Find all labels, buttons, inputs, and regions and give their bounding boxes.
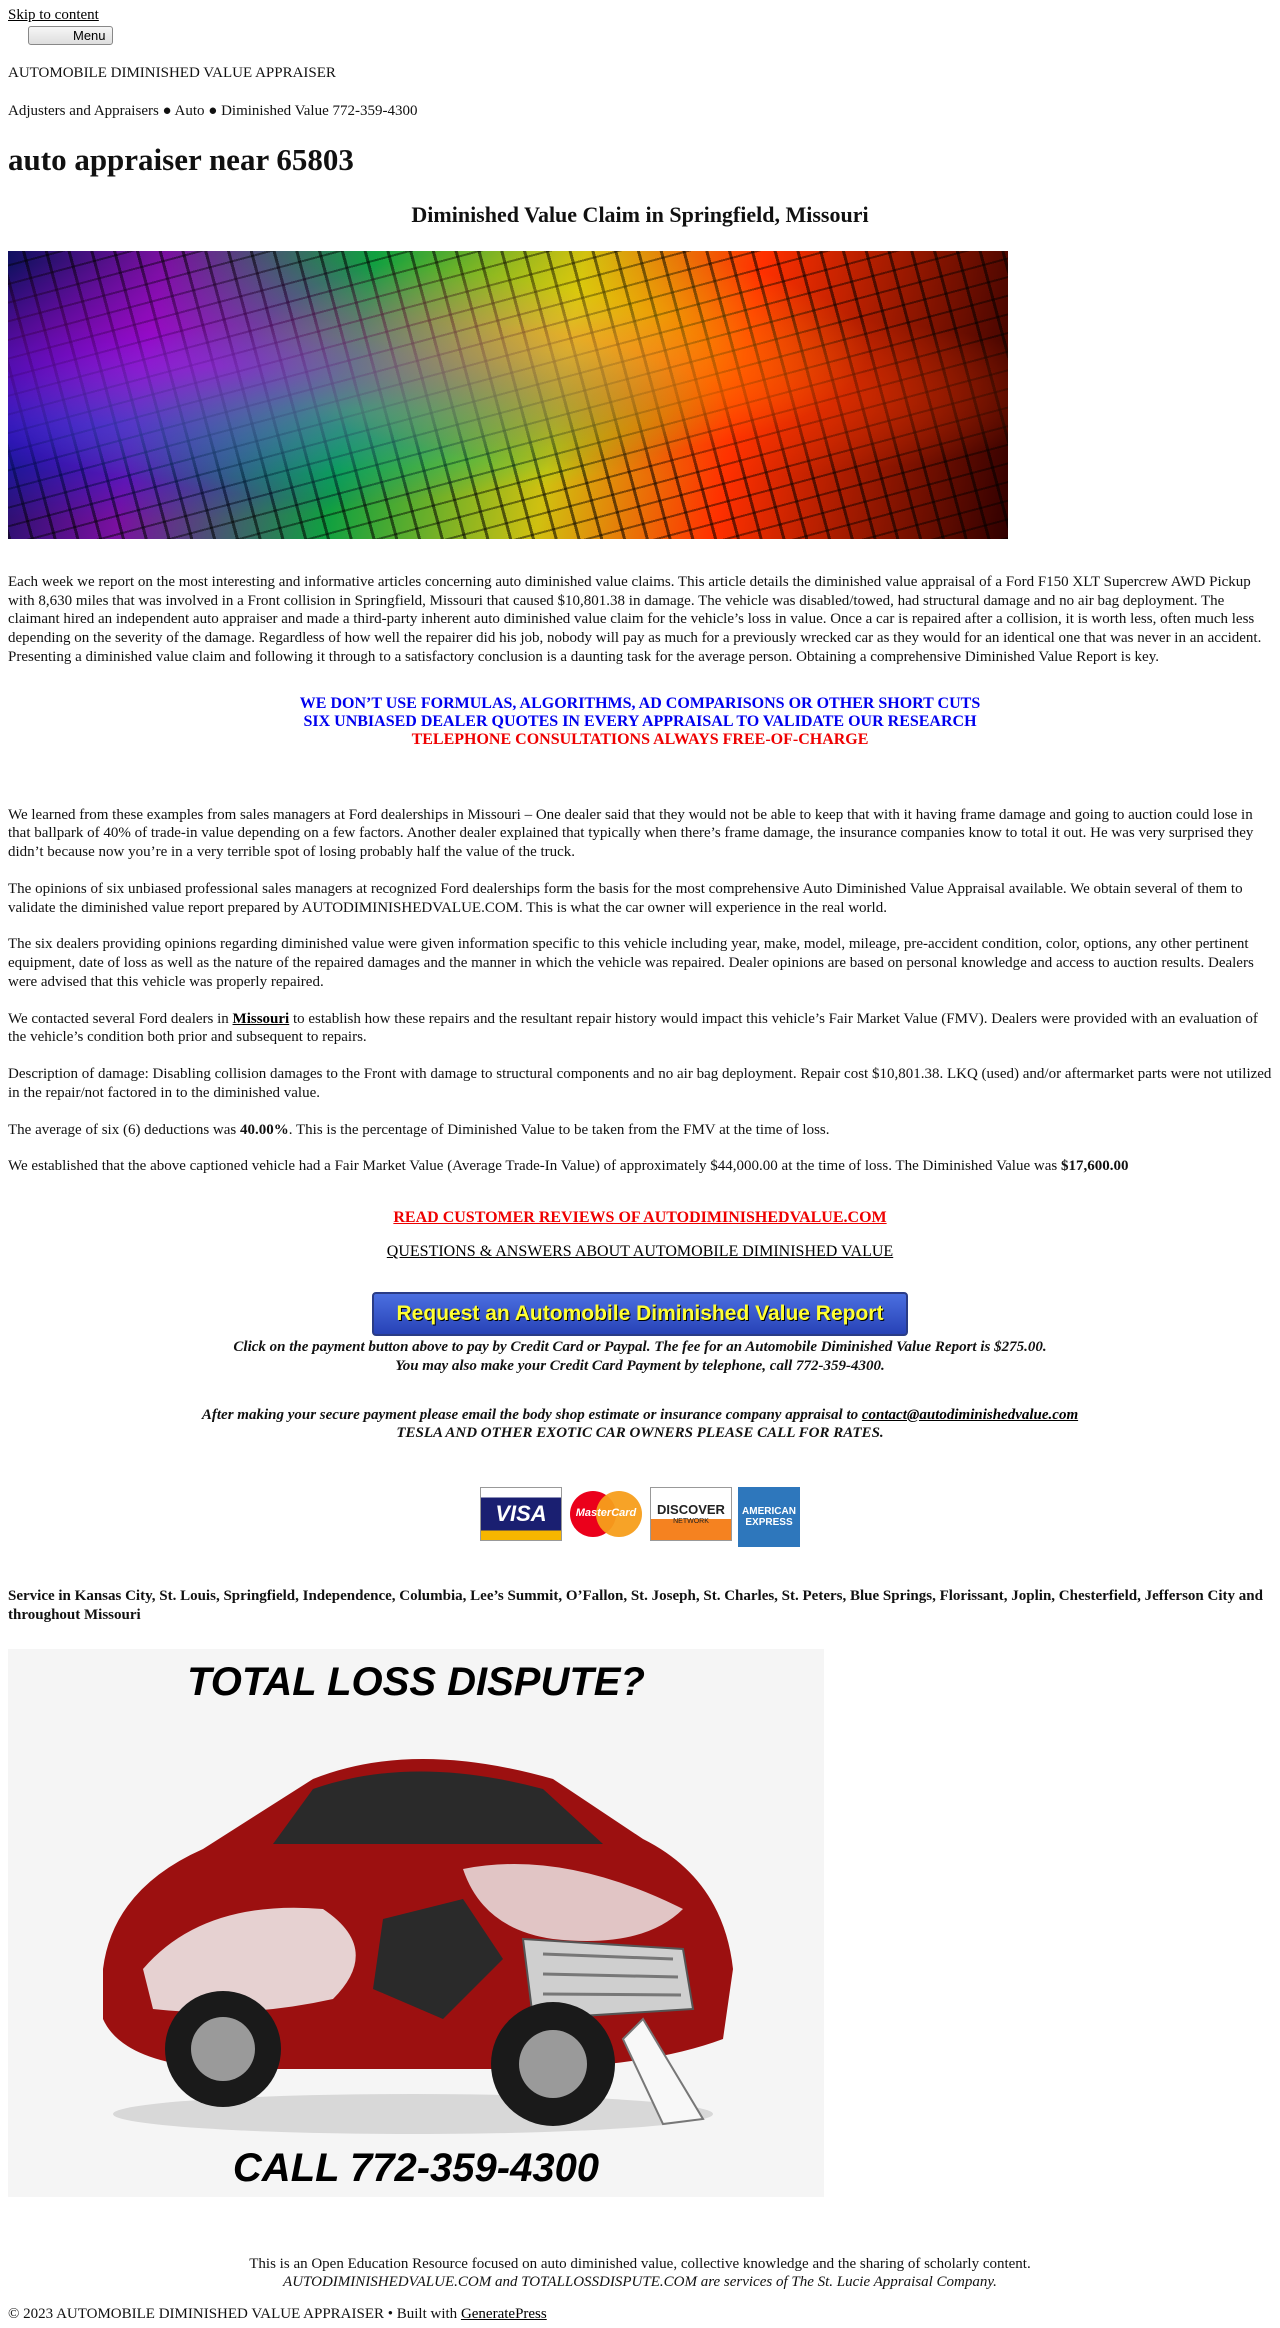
customer-reviews-link[interactable]: READ CUSTOMER REVIEWS OF AUTODIMINISHEDV… xyxy=(393,1209,886,1226)
payment-cards: VISA MasterCard DISCOVER NETWORK AMERICA… xyxy=(8,1487,1272,1548)
discover-card-text: DISCOVER xyxy=(657,1501,725,1517)
visa-card-text: VISA xyxy=(495,1501,547,1527)
average-deduction-value: 40.00% xyxy=(240,1121,289,1138)
dealer-examples-paragraph: We learned from these examples from sale… xyxy=(8,806,1254,861)
average-deduction-text: The average of six (6) deductions was xyxy=(8,1121,241,1138)
guarantee-banner: WE DON’T USE FORMULAS, ALGORITHMS, AD CO… xyxy=(8,695,1272,750)
hero-image xyxy=(8,250,1008,539)
visa-card-icon: VISA xyxy=(480,1487,562,1542)
copyright: © 2023 AUTOMOBILE DIMINISHED VALUE APPRA… xyxy=(8,2305,1272,2328)
dealers-contacted-paragraph: We contacted several Ford dealers in Mis… xyxy=(8,1010,1272,1048)
discover-card-icon: DISCOVER NETWORK xyxy=(650,1487,732,1542)
page-subtitle: Diminished Value Claim in Springfield, M… xyxy=(411,202,869,228)
total-loss-phone: CALL 772-359-4300 xyxy=(232,2145,600,2190)
discover-network-text: NETWORK xyxy=(673,1517,709,1525)
average-deduction-text-rest: . This is the percentage of Diminished V… xyxy=(288,1121,830,1138)
intro-paragraph: Each week we report on the most interest… xyxy=(8,573,1262,665)
exotic-car-note: TESLA AND OTHER EXOTIC CAR OWNERS PLEASE… xyxy=(396,1425,884,1442)
dealer-opinions-paragraph: The opinions of six unbiased professiona… xyxy=(8,880,1243,916)
footer-services-line: AUTODIMINISHEDVALUE.COM and TOTALLOSSDIS… xyxy=(283,2274,997,2291)
copyright-text: © 2023 AUTOMOBILE DIMINISHED VALUE APPRA… xyxy=(8,2306,461,2323)
skip-to-content-link[interactable]: Skip to content xyxy=(8,0,1272,25)
diminished-value-amount: $17,600.00 xyxy=(1060,1158,1129,1175)
menu-label: Menu xyxy=(73,27,106,43)
footer-note: This is an Open Education Resource focus… xyxy=(8,2255,1272,2293)
menu-button[interactable]: Menu xyxy=(28,25,113,45)
mastercard-text: MasterCard xyxy=(575,1507,637,1520)
total-loss-headline: TOTAL LOSS DISPUTE? xyxy=(187,1659,645,1704)
fair-market-value-text: We established that the above captioned … xyxy=(8,1158,1061,1175)
banner-line-formulas: WE DON’T USE FORMULAS, ALGORITHMS, AD CO… xyxy=(299,694,981,712)
amex-text-line1: AMERICAN xyxy=(742,1506,796,1518)
banner-line-dealer-quotes: SIX UNBIASED DEALER QUOTES IN EVERY APPR… xyxy=(303,712,977,730)
generatepress-link[interactable]: GeneratePress xyxy=(461,2306,547,2322)
dealer-information-paragraph: The six dealers providing opinions regar… xyxy=(8,936,1254,990)
amex-text-line2: EXPRESS xyxy=(745,1517,793,1529)
site-title[interactable]: AUTOMOBILE DIMINISHED VALUE APPRAISER xyxy=(8,64,1272,83)
total-loss-dispute-ad[interactable]: TOTAL LOSS DISPUTE? CALL 772-359-4300 xyxy=(8,1648,824,2197)
wrecked-car-icon xyxy=(83,1719,743,2145)
request-report-button[interactable]: Request an Automobile Diminished Value R… xyxy=(372,1292,908,1337)
footer-oer-line: This is an Open Education Resource focus… xyxy=(249,2255,1031,2272)
damage-description-paragraph: Description of damage: Disabling collisi… xyxy=(8,1066,1272,1101)
after-payment-text: After making your secure payment please … xyxy=(201,1406,862,1423)
mastercard-icon: MasterCard xyxy=(568,1487,644,1541)
dealers-contacted-text: We contacted several Ford dealers in xyxy=(8,1010,233,1027)
fair-market-value-paragraph: We established that the above captioned … xyxy=(8,1157,1272,1176)
payment-note: Click on the payment button above to pay… xyxy=(233,1339,1047,1374)
contact-email-link[interactable]: contact@autodiminishedvalue.com xyxy=(862,1407,1078,1423)
questions-answers-link[interactable]: QUESTIONS & ANSWERS ABOUT AUTOMOBILE DIM… xyxy=(387,1242,893,1262)
american-express-icon: AMERICAN EXPRESS xyxy=(738,1487,800,1548)
resource-links: READ CUSTOMER REVIEWS OF AUTODIMINISHEDV… xyxy=(8,1208,1272,1262)
missouri-link[interactable]: Missouri xyxy=(233,1011,290,1027)
menu-icon xyxy=(33,29,67,41)
after-payment-note: After making your secure payment please … xyxy=(8,1406,1272,1444)
page-title: auto appraiser near 65803 xyxy=(8,141,354,177)
average-deduction-paragraph: The average of six (6) deductions was 40… xyxy=(8,1121,1272,1140)
banner-line-consultations: TELEPHONE CONSULTATIONS ALWAYS FREE-OF-C… xyxy=(411,731,869,749)
site-tagline: Adjusters and Appraisers ● Auto ● Dimini… xyxy=(8,102,418,119)
service-area: Service in Kansas City, St. Louis, Sprin… xyxy=(8,1588,1263,1623)
